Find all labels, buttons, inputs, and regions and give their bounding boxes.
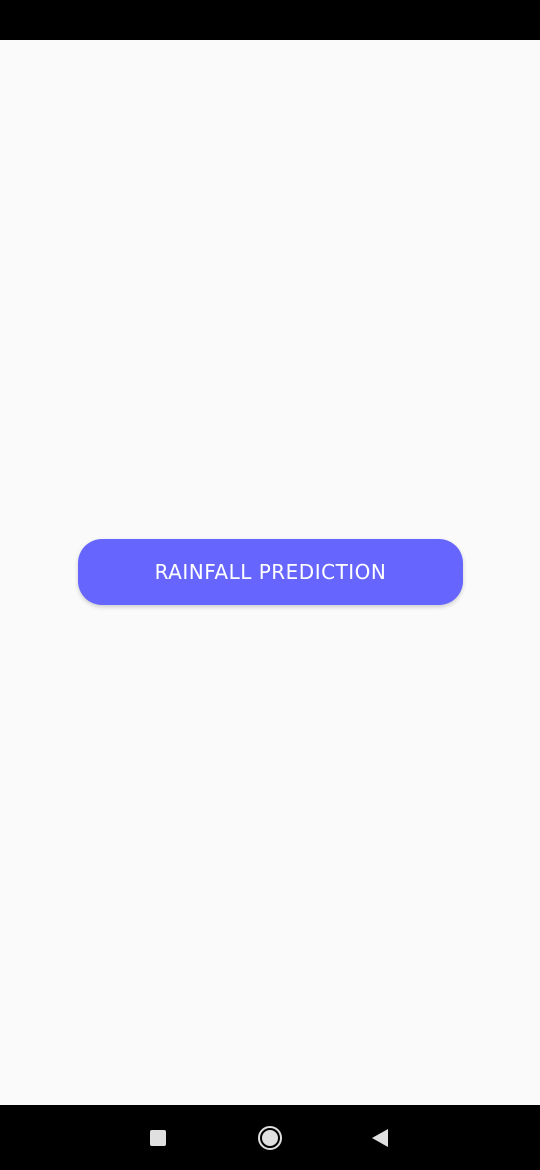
app-screen: RAINFALL PREDICTION (0, 0, 540, 1170)
home-icon (258, 1125, 282, 1150)
main-content: RAINFALL PREDICTION (0, 40, 540, 1105)
home-button[interactable] (240, 1105, 300, 1170)
navigation-bar (0, 1105, 540, 1170)
back-button[interactable] (350, 1105, 410, 1170)
back-icon (372, 1128, 388, 1147)
status-bar (0, 0, 540, 40)
recents-icon (150, 1129, 166, 1146)
rainfall-prediction-button[interactable]: RAINFALL PREDICTION (78, 539, 463, 605)
recents-button[interactable] (128, 1105, 188, 1170)
